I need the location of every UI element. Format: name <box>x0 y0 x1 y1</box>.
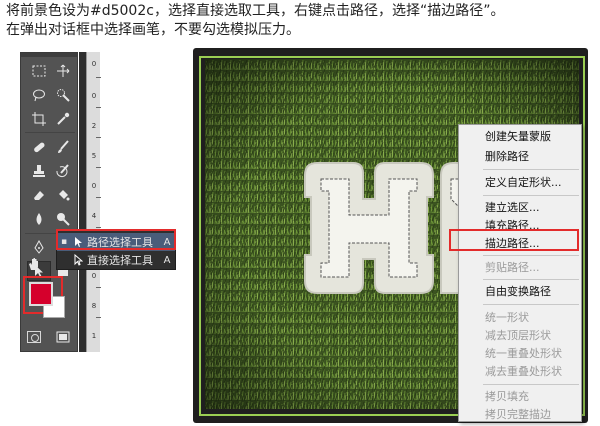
clone-stamp-icon[interactable] <box>27 161 51 181</box>
tools-panel: T <box>20 52 78 352</box>
paint-bucket-icon[interactable] <box>51 185 75 205</box>
quick-mask-icon[interactable] <box>27 331 41 343</box>
instruction-caption: 将前景色设为#d5002c，选择直接选取工具，右键点击路径，选择“描边路径”。 … <box>6 2 596 40</box>
spot-healing-icon[interactable] <box>27 137 51 157</box>
ruler-tick <box>96 227 101 228</box>
menu-item-make-vector-mask[interactable]: 创建矢量蒙版 <box>485 130 551 143</box>
eyedropper-icon[interactable] <box>51 109 75 129</box>
menu-separator <box>483 195 579 196</box>
ruler-tick <box>96 137 101 138</box>
pen-icon[interactable] <box>27 237 51 257</box>
history-brush-icon[interactable] <box>51 161 75 181</box>
ruler-label: 8 <box>91 302 97 310</box>
ruler-tick <box>96 197 101 198</box>
menu-separator <box>483 255 579 256</box>
screen-mode-icon[interactable] <box>51 327 75 347</box>
toolbox-divider <box>25 132 75 133</box>
panel-gutter <box>79 52 86 352</box>
lasso-icon[interactable] <box>27 85 51 105</box>
ruler-label: 5 <box>91 152 97 160</box>
ruler-tick <box>96 167 101 168</box>
hand-icon[interactable] <box>26 256 42 272</box>
menu-item-define-custom-shape[interactable]: 定义自定形状... <box>485 176 562 189</box>
ruler-tick <box>96 107 101 108</box>
direct-selection-icon <box>71 254 85 266</box>
ruler-label: 0 <box>91 272 97 280</box>
flyout-selection-highlight <box>56 229 176 250</box>
menu-item-unify-shapes: 统一形状 <box>485 311 529 324</box>
ruler-label: 1 <box>91 332 97 340</box>
vertical-ruler: 0 0 2 5 0 4 6 0 8 1 <box>86 52 101 352</box>
menu-item-copy-complete-stroke: 拷贝完整描边 <box>485 408 551 421</box>
ruler-tick <box>96 287 101 288</box>
brush-icon[interactable] <box>51 137 75 157</box>
rect-marquee-icon[interactable] <box>27 61 51 81</box>
ruler-label: 0 <box>91 182 97 190</box>
menu-separator <box>483 384 579 385</box>
caption-line-1: 将前景色设为#d5002c，选择直接选取工具，右键点击路径，选择“描边路径”。 <box>6 3 505 19</box>
move-icon[interactable] <box>51 61 75 81</box>
caption-line-2: 在弹出对话框中选择画笔，不要勾选模拟压力。 <box>6 22 300 38</box>
menu-separator <box>483 279 579 280</box>
menu-item-unite-overlap: 统一重叠处形状 <box>485 347 562 360</box>
crop-icon[interactable] <box>27 109 51 129</box>
ruler-label: 2 <box>91 122 97 130</box>
menu-item-copy-fill: 拷贝填充 <box>485 390 529 403</box>
menu-item-delete-path[interactable]: 删除路径 <box>485 150 529 163</box>
foreground-color-swatch[interactable] <box>29 282 53 306</box>
flyout-item-direct-selection[interactable]: 直接选择工具 A <box>57 251 175 269</box>
menu-separator <box>483 169 579 170</box>
ruler-label: 0 <box>91 60 97 68</box>
blur-icon[interactable] <box>27 209 51 229</box>
path-context-menu: 创建矢量蒙版 删除路径 定义自定形状... 建立选区... 填充路径... 描边… <box>458 124 582 422</box>
menu-item-clipping-path: 剪贴路径... <box>485 261 540 274</box>
eraser-icon[interactable] <box>27 185 51 205</box>
menu-item-subtract-front-shape: 减去顶层形状 <box>485 329 551 342</box>
menu-item-make-selection[interactable]: 建立选区... <box>485 201 540 214</box>
menu-item-subtract-overlap: 减去重叠处形状 <box>485 365 562 378</box>
ruler-label: 0 <box>91 92 97 100</box>
ruler-tick <box>96 77 101 78</box>
ruler-label: 4 <box>91 212 97 220</box>
quick-select-icon[interactable] <box>51 85 75 105</box>
menu-separator <box>483 304 579 305</box>
flyout-item-label: 直接选择工具 <box>87 254 153 267</box>
ruler-tick <box>96 317 101 318</box>
flyout-item-shortcut: A <box>163 254 171 266</box>
panel-grip[interactable] <box>21 53 77 57</box>
stroke-path-highlight <box>449 229 579 251</box>
dodge-icon[interactable] <box>51 209 75 229</box>
menu-item-free-transform-path[interactable]: 自由变换路径 <box>485 285 551 298</box>
